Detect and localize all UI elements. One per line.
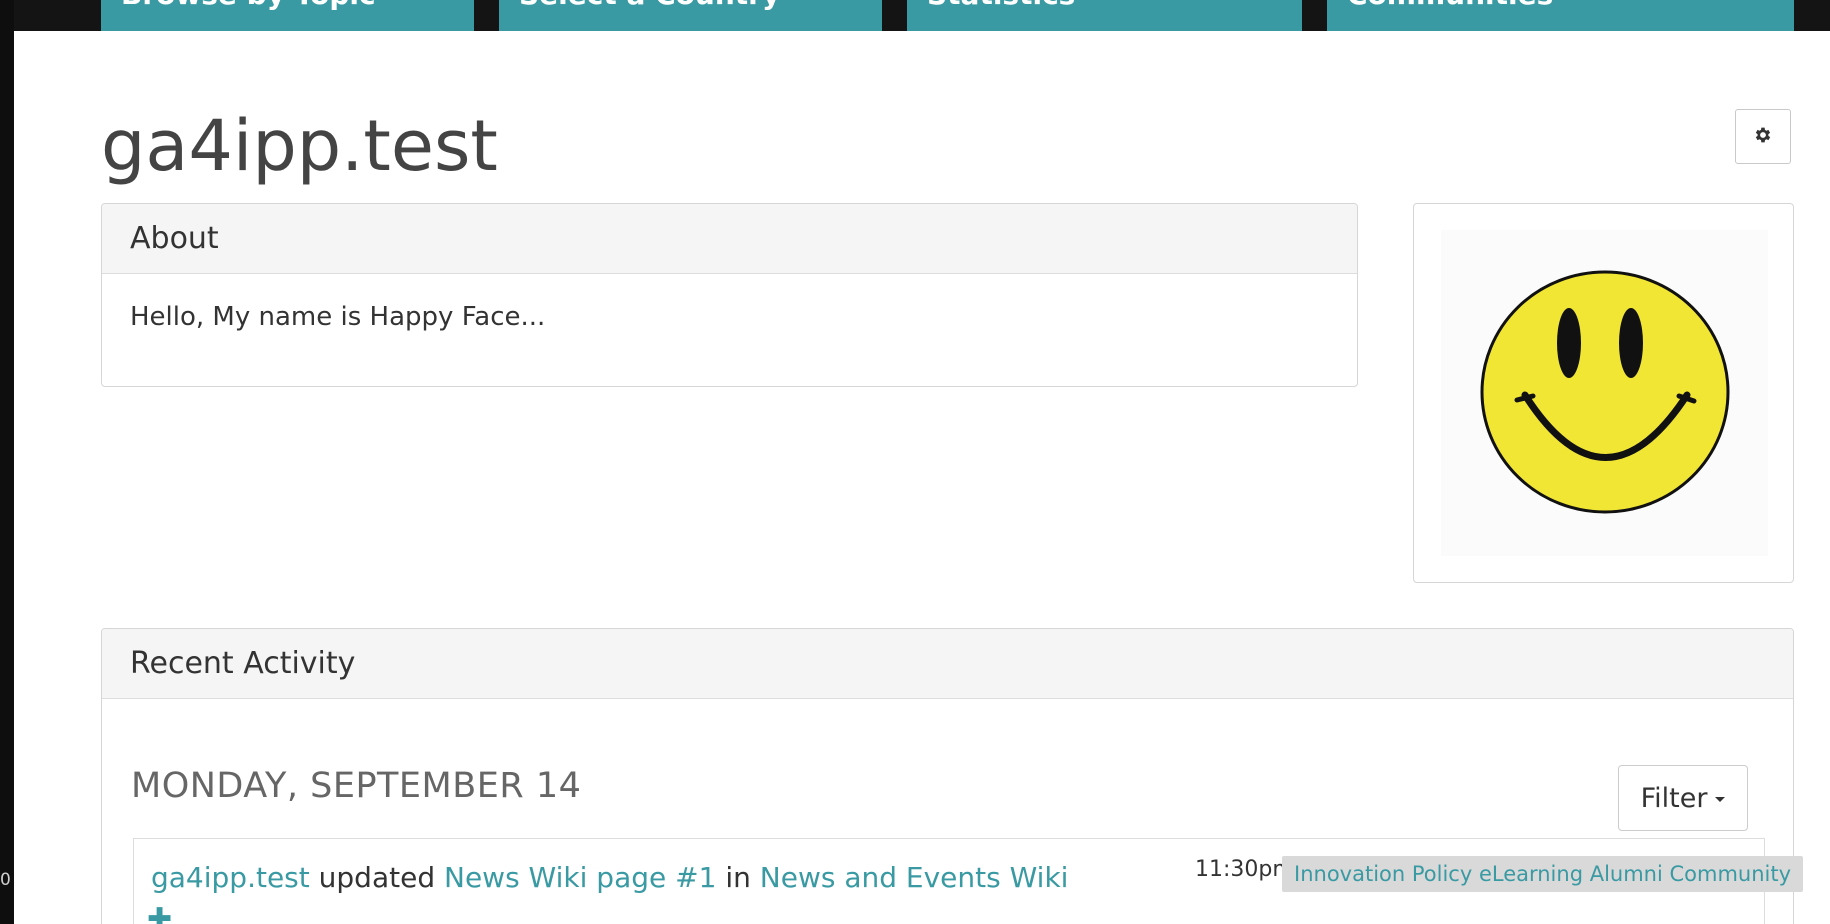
about-panel: About Hello, My name is Happy Face...	[101, 203, 1358, 387]
activity-verb: updated	[318, 861, 436, 894]
activity-date-heading: MONDAY, SEPTEMBER 14	[131, 766, 582, 806]
about-heading: About	[102, 204, 1357, 274]
gear-icon	[1753, 125, 1773, 148]
activity-text: ga4ipp.test updated News Wiki page #1 in…	[151, 861, 1068, 894]
filter-button[interactable]: Filter	[1618, 765, 1748, 831]
avatar-box	[1413, 203, 1794, 583]
settings-button[interactable]	[1735, 109, 1791, 164]
nav-tab-label: Statistics	[927, 0, 1075, 11]
nav-tab-select-country[interactable]: Select a Country	[499, 0, 882, 31]
nav-tab-label: Browse by Topic	[121, 0, 376, 11]
smiley-face-icon	[1480, 270, 1730, 514]
nav-tab-label: Select a Country	[519, 0, 780, 11]
plus-icon[interactable]: ✚	[147, 905, 172, 924]
nav-tab-browse-by-topic[interactable]: Browse by Topic	[101, 0, 474, 31]
recent-activity-heading: Recent Activity	[102, 629, 1793, 699]
caret-down-icon	[1715, 797, 1726, 802]
nav-tab-communities[interactable]: Communities	[1327, 0, 1794, 31]
activity-target-link[interactable]: News and Events Wiki	[760, 861, 1069, 894]
community-badge[interactable]: Innovation Policy eLearning Alumni Commu…	[1282, 856, 1804, 892]
page-title: ga4ipp.test	[101, 105, 498, 187]
activity-time: 11:30pm	[1195, 857, 1294, 882]
filter-button-label: Filter	[1640, 782, 1708, 814]
left-strip-text: 0	[0, 870, 11, 890]
activity-item: ga4ipp.test updated News Wiki page #1 in…	[133, 838, 1804, 924]
activity-object-link[interactable]: News Wiki page #1	[444, 861, 716, 894]
nav-tab-label: Communities	[1347, 0, 1553, 11]
activity-preposition: in	[725, 861, 751, 894]
left-edge-strip: 0	[0, 0, 14, 924]
nav-tab-statistics[interactable]: Statistics	[907, 0, 1302, 31]
page: Browse by Topic Select a Country Statist…	[0, 0, 1830, 924]
top-nav-bar: Browse by Topic Select a Country Statist…	[0, 0, 1830, 31]
about-body: Hello, My name is Happy Face...	[130, 302, 546, 332]
activity-actor-link[interactable]: ga4ipp.test	[151, 861, 310, 894]
avatar[interactable]	[1441, 230, 1768, 556]
